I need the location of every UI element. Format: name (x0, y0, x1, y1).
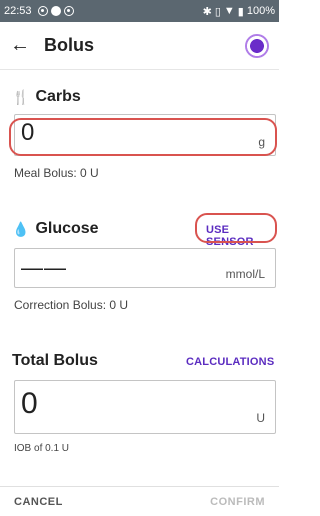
glucose-label-row: 💧 Glucose (12, 220, 99, 238)
status-bar: 22:53 ✱ ▯ ▼ ▮ 100% (0, 0, 279, 22)
wifi-icon: ▼ (223, 5, 235, 17)
carbs-label: Carbs (35, 88, 81, 105)
glucose-label: Glucose (35, 220, 99, 237)
glucose-input[interactable]: —— mmol/L (14, 248, 276, 288)
page-title: Bolus (44, 35, 95, 55)
bluetooth-icon: ✱ (202, 5, 212, 18)
calculations-button[interactable]: CALCULATIONS (186, 356, 274, 368)
back-arrow-icon[interactable]: ← (10, 34, 38, 57)
total-bolus-unit: U (256, 411, 265, 425)
app-notification-icon (63, 6, 74, 16)
notification-ring-icon (37, 6, 48, 16)
notification-dot-icon (50, 6, 61, 16)
battery-icon: ▮ (237, 5, 244, 18)
battery-percent: 100% (246, 5, 275, 17)
total-bolus-label: Total Bolus (12, 352, 98, 369)
use-sensor-highlight (195, 213, 277, 243)
confirm-button[interactable]: CONFIRM (210, 496, 265, 508)
pod-status-icon[interactable] (245, 33, 269, 58)
glucose-value: —— (21, 255, 67, 280)
drop-icon: 💧 (12, 220, 30, 237)
total-bolus-input[interactable]: 0 U (14, 380, 276, 434)
meal-bolus-text: Meal Bolus: 0 U (14, 166, 99, 180)
total-bolus-label-row: Total Bolus (12, 352, 98, 370)
vibrate-icon: ▯ (214, 5, 221, 18)
status-time: 22:53 (4, 5, 32, 17)
carbs-label-row: 🍴 Carbs (12, 88, 81, 106)
app-header: ← Bolus (0, 22, 279, 70)
cancel-button[interactable]: CANCEL (14, 496, 63, 508)
correction-bolus-text: Correction Bolus: 0 U (14, 298, 129, 312)
status-icons-left (37, 6, 74, 16)
fork-knife-icon: 🍴 (12, 88, 30, 105)
status-icons-right: ✱ ▯ ▼ ▮ 100% (203, 5, 275, 18)
total-bolus-value: 0 (21, 387, 38, 420)
glucose-unit: mmol/L (225, 267, 265, 281)
footer-actions: CANCEL CONFIRM (0, 486, 279, 516)
iob-text: IOB of 0.1 U (14, 443, 70, 454)
carbs-highlight (9, 118, 277, 156)
